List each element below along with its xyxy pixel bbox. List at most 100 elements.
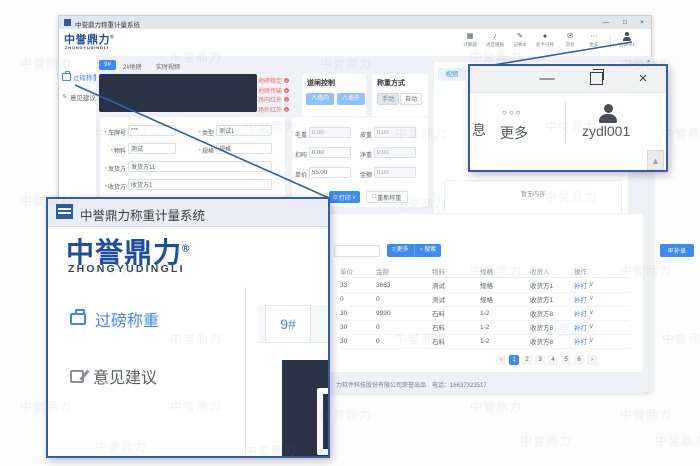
status-scale-stable: 地磅稳定 × — [258, 76, 302, 86]
watermark-text: 中誉鼎力 — [470, 398, 522, 415]
reprint-label: 补打 — [574, 280, 587, 290]
minimize-button[interactable]: — — [599, 17, 613, 28]
user-avatar-icon — [623, 32, 632, 41]
more-button[interactable]: 更多 — [500, 123, 528, 143]
tab-scale-9[interactable]: 9# — [265, 305, 311, 342]
close-button[interactable]: × — [630, 68, 656, 90]
reprint-action-link[interactable]: 补打∨ — [574, 308, 624, 318]
tare-label: 皮重 — [360, 130, 372, 139]
page-button-6[interactable]: 6 — [574, 355, 584, 365]
cell-material: 测试 — [432, 280, 480, 290]
voice-broadcast-button[interactable]: ♪ 语音播报 — [486, 32, 504, 48]
message-button[interactable]: ✉ 消息 — [562, 32, 578, 48]
table-search-input[interactable] — [334, 245, 380, 257]
clipped-message-label: 息 — [472, 120, 486, 140]
cell-material: 石料 — [432, 308, 480, 318]
type-label: 类型 — [196, 128, 214, 137]
feedback-icon: ✎ — [62, 94, 68, 101]
amount-input — [374, 167, 416, 178]
table-row[interactable]: 30 9990 石料 1-2 收货方8 补打∨ — [340, 306, 630, 321]
tab-scale-2[interactable]: 2#地磅 — [123, 62, 142, 71]
user-menu[interactable]: zydl001 — [619, 32, 635, 47]
status-error-icon: × — [284, 88, 289, 93]
tab-live-video[interactable]: 实时视频 — [156, 62, 180, 71]
maximize-button[interactable]: □ — [618, 17, 632, 28]
reprint-action-link[interactable]: 补打∨ — [574, 294, 624, 304]
supplement-record-button[interactable]: ⊞补录 — [660, 244, 694, 257]
callout-divider — [245, 287, 246, 458]
watermark-text: 中誉鼎力 — [655, 432, 700, 449]
scale-status-list: 地磅稳定 × 地磅传输 × 场内红外 × 场外红外 × — [258, 76, 302, 114]
receiver-input[interactable] — [128, 179, 272, 190]
tab-scale-9[interactable]: 9# — [99, 60, 116, 70]
notepad-button[interactable]: ✎ 记事本 — [512, 32, 528, 48]
tab-video[interactable]: 视频 — [438, 68, 466, 81]
spec-input[interactable] — [216, 143, 272, 154]
sidebar-item-feedback[interactable]: ✎ 意见建议 — [62, 92, 96, 102]
scroll-up-icon[interactable]: ▲ — [647, 150, 664, 170]
maximize-button[interactable] — [590, 72, 603, 85]
menu-icon: ≡ — [392, 244, 396, 257]
callout-titlebar: — × — [470, 66, 666, 93]
sidebar-item-feedback[interactable]: 意见建议 — [70, 364, 157, 388]
guide-icon: ● — [543, 32, 547, 41]
callout-tab-strip: 9# — [259, 305, 330, 343]
sidebar-item-weighing[interactable]: 过磅称重 — [62, 72, 99, 82]
titlebar-zoom-callout: — × 息 ○○○ 更多 zydl001 ▲ — [468, 64, 668, 172]
notepad-icon: ✎ — [517, 32, 523, 41]
reprint-action-link[interactable]: 补打∨ — [574, 322, 624, 332]
cell-price: 30 — [340, 324, 376, 331]
table-search-button[interactable]: ○搜索 — [415, 244, 442, 257]
table-row[interactable]: 33 3663 测试 规格 收货方1 补打∨ — [340, 278, 630, 293]
table-row[interactable]: 30 0 石料 1-2 收货方8 补打∨ — [340, 320, 630, 335]
registered-mark: ® — [110, 34, 114, 40]
table-more-button[interactable]: ≡更多 — [387, 244, 415, 257]
status-error-icon: × — [284, 97, 289, 102]
calculator-button[interactable]: ▦ 计算器 — [462, 32, 478, 48]
toolbar-item-label: 记事本 — [513, 42, 527, 48]
type-input[interactable] — [216, 125, 272, 136]
gate-open-outer-button[interactable]: ∧场外 — [337, 93, 365, 105]
print-button[interactable]: ⊙打印∨ — [329, 191, 360, 203]
reprint-label: 补打 — [574, 322, 587, 332]
table-row[interactable]: 0 0 测试 规格 收货方1 补打∨ — [340, 292, 630, 307]
cell-spec: 1-2 — [480, 324, 530, 331]
col-material: 物料 — [432, 266, 480, 276]
reprint-action-link[interactable]: 补打∨ — [574, 336, 624, 346]
plate-input[interactable] — [128, 125, 176, 136]
sidebar-item-weighing[interactable]: 过磅称重 — [70, 307, 159, 331]
deduct-input[interactable] — [309, 147, 351, 158]
material-input[interactable] — [128, 143, 176, 154]
mode-manual-option[interactable]: 手动 — [377, 93, 399, 105]
spec-label: 规格 — [196, 146, 214, 155]
page-next-button[interactable]: › — [587, 355, 597, 365]
page-button-3[interactable]: 3 — [535, 355, 545, 365]
callout-titlebar: 中誉鼎力称重计量系统 — [48, 199, 328, 227]
page-button-1[interactable]: 1 — [509, 355, 519, 365]
gate-open-inner-button[interactable]: ∧场内 — [306, 93, 334, 105]
brand-subtitle: ZHONGYUDINGLI — [65, 45, 109, 50]
guide-button[interactable]: ● 新手引导 — [536, 32, 554, 48]
cell-spec: 1-2 — [480, 310, 530, 317]
close-button[interactable]: × — [635, 17, 649, 28]
sender-input[interactable] — [128, 161, 272, 172]
reprint-action-link[interactable]: 补打∨ — [574, 280, 624, 290]
user-menu[interactable]: zydl001 — [582, 123, 630, 139]
user-avatar-icon — [598, 104, 618, 123]
mode-auto-option[interactable]: 自动 — [400, 93, 422, 105]
sender-label: 发货方 — [102, 164, 126, 173]
page-button-5[interactable]: 5 — [561, 355, 571, 365]
page-button-2[interactable]: 2 — [522, 355, 532, 365]
cell-price: 33 — [340, 282, 376, 289]
chevron-down-icon: ∨ — [589, 336, 594, 346]
price-input[interactable] — [309, 167, 351, 178]
table-row[interactable]: 30 0 石料 1-2 收货方8 补打∨ — [340, 334, 630, 349]
deduct-label: 扣吨 — [295, 150, 307, 159]
cell-receiver: 收货方1 — [530, 294, 574, 304]
minimize-button[interactable]: — — [534, 68, 560, 90]
more-button[interactable]: ⋯ 更多 — [586, 32, 602, 48]
page-prev-button[interactable]: ‹ — [496, 355, 506, 365]
gross-label: 毛重 — [295, 130, 307, 139]
reweigh-button[interactable]: □重新称重 — [366, 191, 408, 203]
page-button-4[interactable]: 4 — [548, 355, 558, 365]
